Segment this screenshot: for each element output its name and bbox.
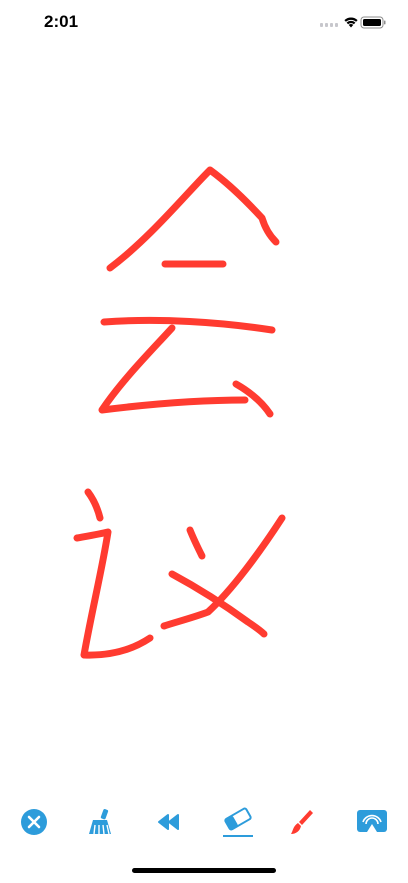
stroke: [98, 324, 249, 414]
close-button[interactable]: [16, 804, 52, 840]
stroke: [160, 514, 286, 630]
status-icons: [320, 14, 386, 30]
brush-button[interactable]: [284, 804, 320, 840]
wifi-icon: [344, 17, 358, 28]
eraser-icon: [223, 807, 253, 837]
stroke: [106, 166, 280, 272]
bottom-toolbar: [0, 800, 408, 844]
rewind-icon: [158, 814, 179, 830]
brush-icon: [291, 810, 313, 834]
undo-button[interactable]: [150, 804, 186, 840]
broom-icon: [89, 809, 111, 835]
airplay-button[interactable]: [354, 804, 390, 840]
stroke: [73, 528, 154, 659]
status-time: 2:01: [44, 12, 79, 31]
stroke: [84, 488, 104, 522]
status-bar: 2:01: [0, 0, 408, 44]
clear-button[interactable]: [82, 804, 118, 840]
battery-icon: [360, 16, 386, 29]
cellular-signal-icon: [320, 23, 338, 27]
stroke: [168, 570, 268, 638]
drawing-canvas[interactable]: [0, 44, 408, 800]
stroke: [100, 316, 276, 334]
eraser-button[interactable]: [220, 804, 256, 840]
stroke: [186, 526, 206, 560]
handwritten-strokes: [73, 166, 286, 659]
close-circle-icon: [21, 809, 47, 835]
airplay-icon: [357, 810, 387, 832]
home-indicator: [132, 868, 276, 873]
